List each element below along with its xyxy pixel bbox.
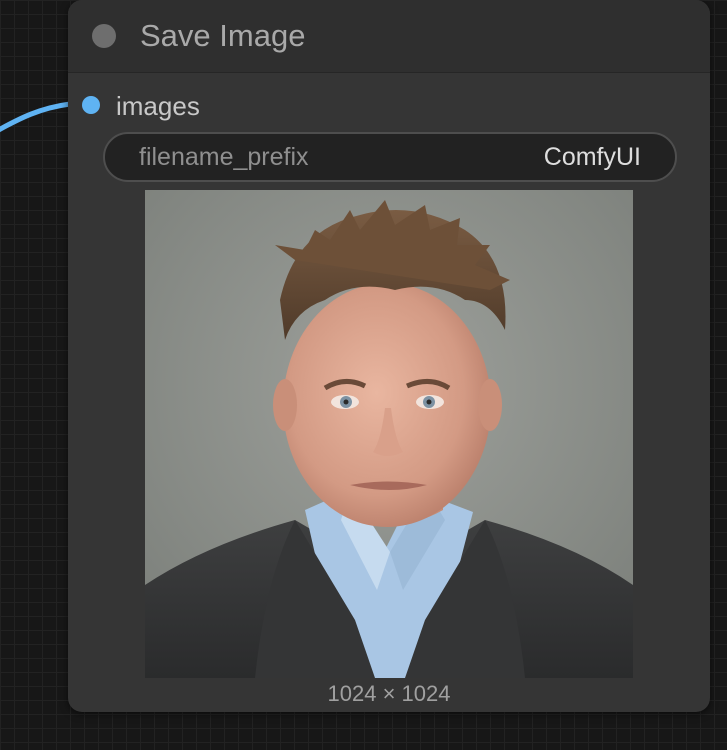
widget-name: filename_prefix [139, 143, 309, 171]
slot-dot-icon[interactable] [82, 96, 100, 114]
input-slot-label: images [116, 91, 200, 121]
widget-value[interactable]: ComfyUI [544, 140, 641, 174]
filename-prefix-widget[interactable]: filename_prefix ComfyUI [103, 132, 677, 182]
image-preview[interactable] [145, 190, 633, 678]
graph-canvas[interactable]: Save Image images filename_prefix ComfyU… [0, 0, 727, 750]
node-title: Save Image [140, 18, 306, 53]
input-slot-images[interactable]: images [68, 84, 368, 128]
circle-dot-icon[interactable] [92, 24, 116, 48]
image-size-label: 1024 × 1024 [327, 681, 451, 706]
node-header[interactable]: Save Image [68, 0, 710, 73]
portrait-image [145, 190, 633, 678]
save-image-node[interactable]: Save Image images filename_prefix ComfyU… [68, 0, 710, 712]
